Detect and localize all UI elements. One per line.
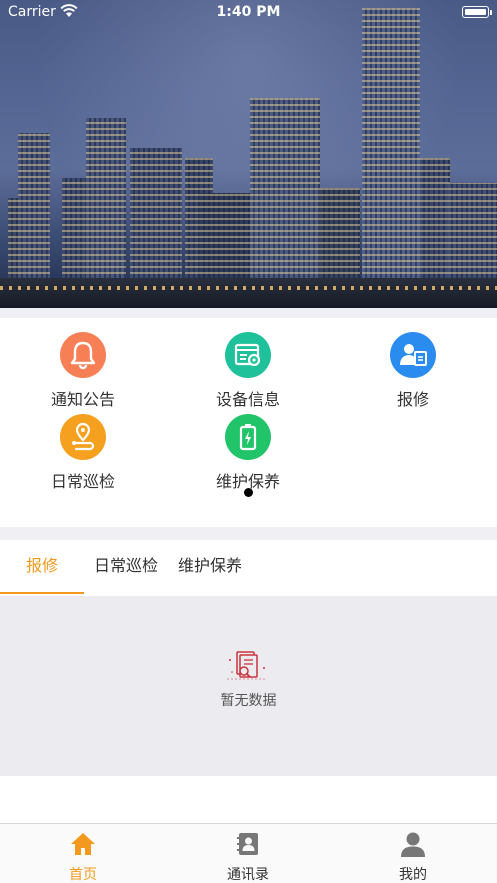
clock: 1:40 PM [216,4,281,20]
tabbar-label: 首页 [69,867,97,883]
user-icon [401,832,425,857]
tab-maintenance[interactable]: 维护保养 [178,540,242,594]
carousel-page-indicator[interactable] [244,488,253,497]
records-list [0,596,497,776]
feature-label: 报修 [396,390,429,409]
separator [0,308,497,318]
home-icon [71,833,95,855]
no-data-document-icon [227,651,267,680]
feature-label: 通知公告 [50,390,115,409]
record-tabs: 报修 日常巡检 维护保养 [0,540,497,596]
building [362,8,420,308]
tabbar-label: 我的 [399,867,427,883]
street [0,278,497,308]
separator [0,527,497,540]
active-tab-indicator [0,592,84,594]
feature-label: 日常巡检 [50,472,115,491]
feature-notice[interactable]: 通知公告 [23,332,143,410]
contacts-icon [237,833,258,855]
battery-maintenance-icon [239,424,257,451]
status-bar: Carrier 1:40 PM [0,0,497,26]
tab-repair[interactable]: 报修 [26,540,58,594]
tabbar-label: 通讯录 [227,867,269,883]
building [250,98,320,308]
tabbar-contacts[interactable]: 通讯录 [188,824,308,883]
banner-image[interactable]: Carrier 1:40 PM [0,0,497,308]
empty-state-text: 暂无数据 [220,693,277,709]
feature-daily-inspection[interactable]: 日常巡检 [23,414,143,492]
feature-icon-circle [60,414,106,460]
repair-report-icon [400,344,427,366]
device-settings-icon [234,343,261,367]
tab-daily-inspection[interactable]: 日常巡检 [94,540,158,594]
feature-icon-circle [225,332,271,378]
battery-icon [462,6,492,18]
tabbar-me[interactable]: 我的 [353,824,473,883]
route-pin-icon [72,422,95,451]
tabbar-home[interactable]: 首页 [23,824,143,883]
bottom-tab-bar: 首页 通讯录 我的 [0,823,497,883]
bell-icon [70,341,96,370]
feature-maintenance[interactable]: 维护保养 [188,414,308,492]
feature-icon-circle [225,414,271,460]
feature-label: 设备信息 [215,390,280,409]
feature-device-info[interactable]: 设备信息 [188,332,308,410]
feature-repair[interactable]: 报修 [353,332,473,410]
feature-icon-circle [60,332,106,378]
feature-icon-circle [390,332,436,378]
